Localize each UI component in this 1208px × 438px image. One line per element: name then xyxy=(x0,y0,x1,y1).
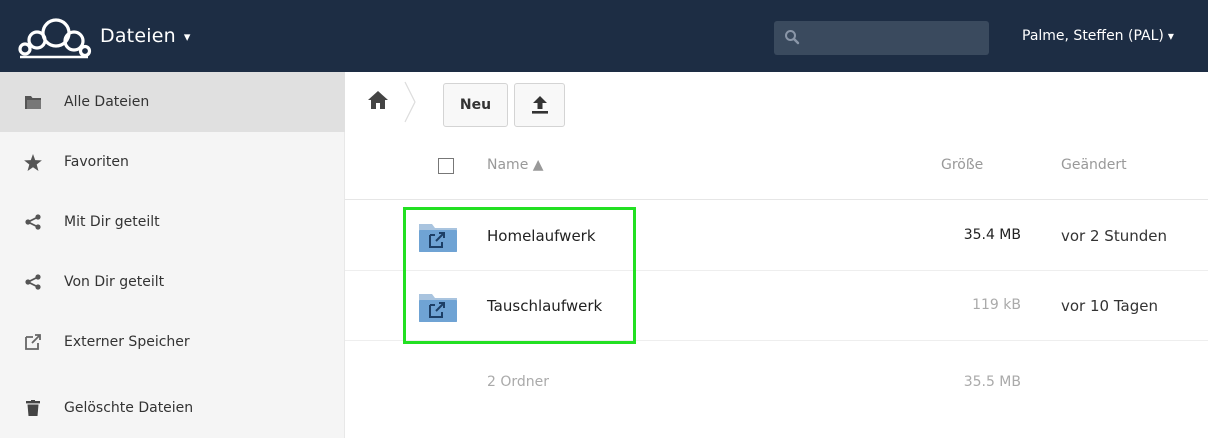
breadcrumb-separator-icon xyxy=(404,81,416,123)
sidebar-item-label: Gelöschte Dateien xyxy=(64,400,194,416)
sidebar-item-label: Externer Speicher xyxy=(64,334,190,350)
folder-icon xyxy=(24,93,42,111)
sidebar-item-all-files[interactable]: Alle Dateien xyxy=(0,72,345,132)
caret-down-icon: ▾ xyxy=(183,29,191,45)
sidebar-item-favorites[interactable]: Favoriten xyxy=(0,132,345,192)
sidebar-item-shared-by-you[interactable]: Von Dir geteilt xyxy=(0,252,345,312)
new-button-label: Neu xyxy=(459,97,492,113)
sidebar-item-label: Von Dir geteilt xyxy=(64,274,165,290)
caret-down-icon: ▾ xyxy=(1167,29,1174,43)
user-menu[interactable]: Palme, Steffen (PAL) ▾ xyxy=(1022,0,1174,72)
column-size-header[interactable]: Größe xyxy=(941,157,983,173)
star-icon xyxy=(24,153,42,171)
file-name[interactable]: Tauschlaufwerk xyxy=(487,297,602,315)
summary-size: 35.5 MB xyxy=(963,374,1021,390)
new-button[interactable]: Neu xyxy=(443,83,508,127)
sidebar-item-label: Mit Dir geteilt xyxy=(64,214,160,230)
file-size: 35.4 MB xyxy=(963,227,1021,243)
file-modified: vor 10 Tagen xyxy=(1061,297,1158,315)
owncloud-logo-icon[interactable] xyxy=(16,13,92,59)
sidebar: Alle Dateien Favoriten Mit Dir geteilt V… xyxy=(0,72,345,438)
file-modified: vor 2 Stunden xyxy=(1061,227,1167,245)
top-header: Dateien ▾ Palme, Steffen (PAL) ▾ xyxy=(0,0,1208,72)
summary-count: 2 Ordner xyxy=(487,374,550,390)
share-icon xyxy=(24,273,42,291)
sidebar-item-external-storage[interactable]: Externer Speicher xyxy=(0,312,345,372)
table-row[interactable]: Tauschlaufwerk 119 kB vor 10 Tagen xyxy=(345,271,1208,341)
external-folder-icon xyxy=(419,224,457,252)
select-all-checkbox[interactable] xyxy=(438,158,454,174)
file-list-summary: 2 Ordner 35.5 MB xyxy=(345,342,1208,422)
upload-icon xyxy=(531,96,548,114)
file-size: 119 kB xyxy=(972,297,1021,313)
file-name[interactable]: Homelaufwerk xyxy=(487,227,596,245)
share-icon xyxy=(24,213,42,231)
search-icon xyxy=(785,30,800,45)
column-name-header[interactable]: Name ▲ xyxy=(487,157,544,173)
file-list-header: Name ▲ Größe Geändert xyxy=(345,134,1208,200)
trash-icon xyxy=(24,399,42,417)
sidebar-item-deleted-files[interactable]: Gelöschte Dateien xyxy=(0,378,345,438)
search-box[interactable] xyxy=(774,21,989,55)
app-name: Dateien xyxy=(100,25,176,47)
external-link-icon xyxy=(24,333,42,351)
controls-bar: Neu xyxy=(345,72,1208,134)
sidebar-item-label: Alle Dateien xyxy=(64,94,150,110)
upload-button[interactable] xyxy=(514,83,565,127)
app-menu[interactable]: Dateien ▾ xyxy=(100,0,190,72)
external-folder-icon xyxy=(419,294,457,322)
table-row[interactable]: Homelaufwerk 35.4 MB vor 2 Stunden xyxy=(345,201,1208,271)
home-icon[interactable] xyxy=(367,89,389,111)
sidebar-item-label: Favoriten xyxy=(64,154,129,170)
sidebar-item-shared-with-you[interactable]: Mit Dir geteilt xyxy=(0,192,345,252)
search-input[interactable] xyxy=(808,21,983,55)
user-name: Palme, Steffen (PAL) xyxy=(1022,28,1164,44)
column-modified-header[interactable]: Geändert xyxy=(1061,157,1127,173)
